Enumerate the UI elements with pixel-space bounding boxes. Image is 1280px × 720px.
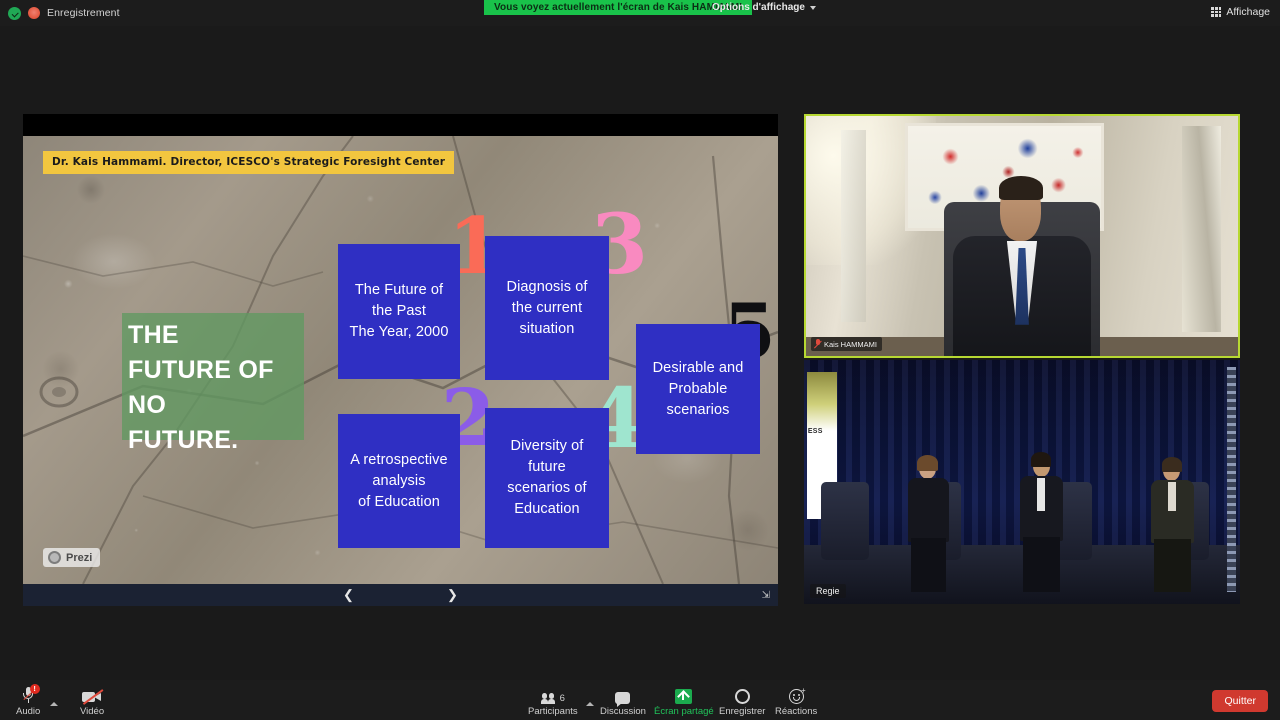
slide-card-3[interactable]: A retrospective analysis of Education xyxy=(338,414,460,548)
chevron-down-icon xyxy=(809,5,816,10)
record-button[interactable]: Enregistrer xyxy=(719,685,765,717)
expand-arrows-icon[interactable]: ⇲ xyxy=(762,590,770,601)
flag-left xyxy=(840,130,867,323)
top-bar: Enregistrement Vous voyez actuellement l… xyxy=(0,0,1280,26)
slide-card-5-text: Desirable and Probable scenarios xyxy=(652,359,744,418)
display-options-label: Options d'affichage xyxy=(712,2,805,13)
slide-card-5[interactable]: Desirable and Probable scenarios xyxy=(636,324,760,454)
panelist-1-torso xyxy=(907,477,949,543)
audio-alert-badge: ! xyxy=(29,684,40,694)
leave-meeting-button[interactable]: Quitter xyxy=(1212,690,1268,712)
meeting-stage: Dr. Kais Hammami. Director, ICESCO's Str… xyxy=(0,26,1280,680)
share-screen-icon xyxy=(675,685,693,704)
slide-card-3-text: A retrospective analysis of Education xyxy=(350,451,448,510)
audio-options-chevron-up-icon[interactable] xyxy=(50,702,58,706)
slide-card-2[interactable]: Diagnosis of the current situation xyxy=(485,236,609,380)
share-screen-button[interactable]: Écran partagé xyxy=(654,685,714,717)
chevron-left-icon[interactable]: ❮ xyxy=(343,587,354,603)
view-mode-button[interactable]: Affichage xyxy=(1211,6,1270,18)
prezi-watermark[interactable]: Prezi xyxy=(43,548,101,567)
stage-chair-1 xyxy=(821,482,870,561)
shield-check-icon[interactable] xyxy=(8,6,21,20)
speaker-hair xyxy=(998,176,1044,200)
display-options-button[interactable]: Options d'affichage xyxy=(712,0,816,15)
chat-bubble-icon xyxy=(615,685,631,707)
panelist-2 xyxy=(1013,452,1070,592)
participants-chevron-up-icon[interactable] xyxy=(586,702,594,706)
audio-label: Audio xyxy=(16,706,41,717)
panelist-1 xyxy=(900,454,957,592)
slide-card-4[interactable]: Diversity of future scenarios of Educati… xyxy=(485,408,609,548)
video-name-tag-room: Regie xyxy=(810,584,846,598)
stage-banner-text: ESS xyxy=(807,427,823,435)
meeting-controls-bar: ! Audio Vidéo 6 Participants Discussion … xyxy=(0,680,1280,720)
panelist-2-legs xyxy=(1023,537,1060,592)
video-label: Vidéo xyxy=(80,706,105,717)
video-name-tag: Kais HAMMAMI xyxy=(811,337,882,351)
panelist-3 xyxy=(1144,457,1201,592)
panelist-3-legs xyxy=(1154,539,1191,592)
slide-letterbox xyxy=(23,114,778,136)
flag-right xyxy=(1181,125,1221,332)
slide-card-4-text: Diversity of future scenarios of Educati… xyxy=(507,438,587,517)
participants-count: 6 xyxy=(559,693,565,704)
panelist-1-legs xyxy=(911,538,947,592)
record-label: Enregistrer xyxy=(719,706,766,717)
slide-card-1-text: The Future of the Past The Year, 2000 xyxy=(349,282,449,340)
prezi-slide[interactable]: Dr. Kais Hammami. Director, ICESCO's Str… xyxy=(23,136,778,584)
panelist-3-shirt xyxy=(1167,482,1176,512)
video-tile-speaker[interactable]: Kais HAMMAMI xyxy=(804,114,1240,358)
record-circle-icon xyxy=(734,685,750,704)
panelist-1-hair xyxy=(916,454,939,472)
slide-control-bar: ❮ ❯ ⇲ xyxy=(23,584,778,606)
chat-button[interactable]: Discussion xyxy=(600,685,646,717)
participants-icon: 6 xyxy=(540,685,565,704)
video-tile-room[interactable]: ESS Regie xyxy=(804,360,1240,604)
panelist-3-hair xyxy=(1161,457,1183,472)
recording-label: Enregistrement xyxy=(47,7,120,19)
panelist-2-shirt xyxy=(1037,478,1045,512)
prezi-watermark-label: Prezi xyxy=(66,551,93,564)
slide-card-2-text: Diagnosis of the current situation xyxy=(506,278,588,337)
prezi-logo-icon xyxy=(48,551,61,564)
reactions-button[interactable]: + Réactions xyxy=(775,685,818,718)
recording-status-group: Enregistrement xyxy=(0,6,120,20)
reactions-smiley-icon: + xyxy=(788,685,806,704)
chat-label: Discussion xyxy=(600,706,646,717)
audio-button[interactable]: ! Audio xyxy=(16,684,41,717)
chevron-right-icon[interactable]: ❯ xyxy=(447,587,458,603)
participants-button[interactable]: 6 Participants xyxy=(528,685,578,717)
slide-card-1[interactable]: The Future of the Past The Year, 2000 xyxy=(338,244,460,379)
video-participant-name: Kais HAMMAMI xyxy=(824,339,877,349)
shared-screen-region[interactable]: Dr. Kais Hammami. Director, ICESCO's Str… xyxy=(23,114,778,606)
slide-hero-title: THE FUTURE OF NO FUTURE. xyxy=(128,321,274,454)
slide-credit-bar: Dr. Kais Hammami. Director, ICESCO's Str… xyxy=(43,151,455,174)
camera-off-icon xyxy=(82,685,104,705)
recording-indicator-icon[interactable] xyxy=(28,7,40,19)
panelist-2-hair xyxy=(1030,452,1052,468)
mic-muted-icon xyxy=(814,339,821,349)
view-mode-label: Affichage xyxy=(1226,6,1270,18)
video-button[interactable]: Vidéo xyxy=(80,685,104,717)
microphone-muted-icon: ! xyxy=(23,684,40,704)
participants-label: Participants xyxy=(528,706,578,717)
share-screen-label: Écran partagé xyxy=(654,706,714,717)
reactions-label: Réactions xyxy=(775,706,818,717)
lighting-truss xyxy=(1226,367,1236,592)
grid-view-icon xyxy=(1211,7,1222,17)
